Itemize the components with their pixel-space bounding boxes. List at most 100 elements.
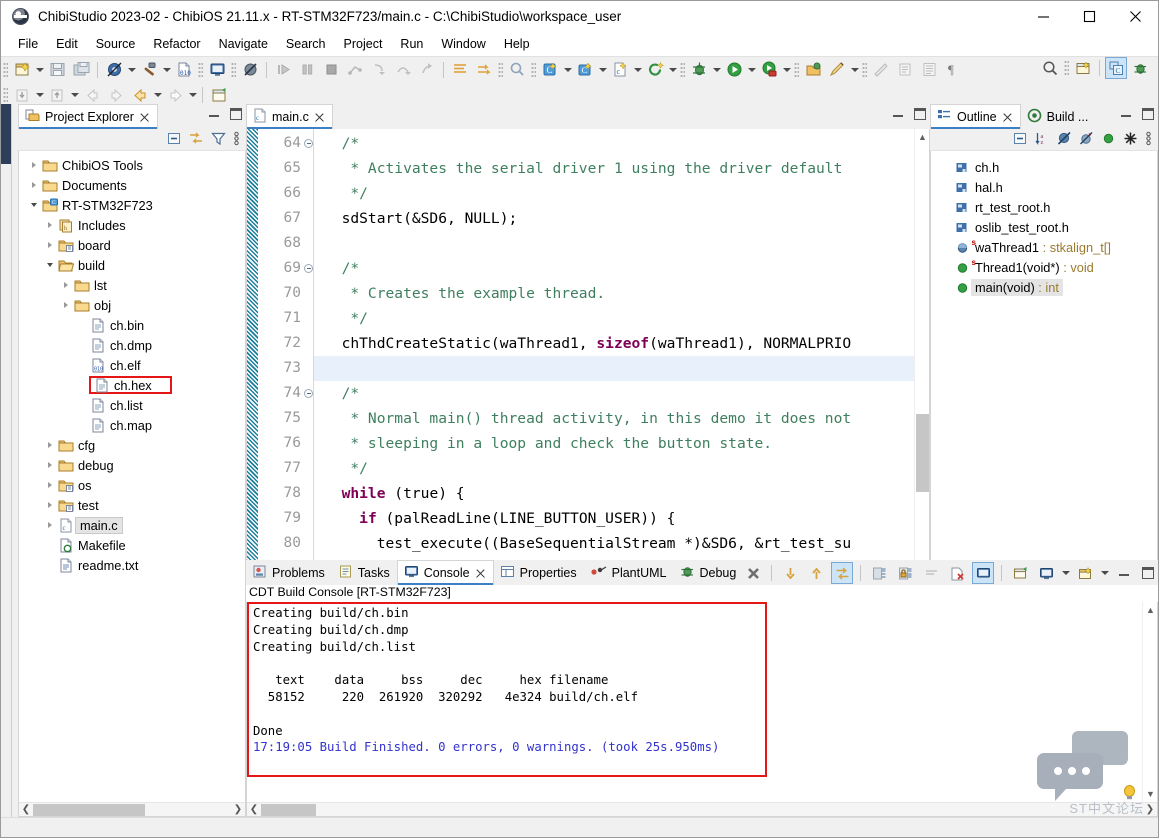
project-explorer-hscroll[interactable]: ❮ ❯ (19, 802, 245, 816)
forward-history-icon[interactable] (105, 84, 127, 106)
clear-console-icon[interactable] (920, 562, 942, 584)
maximize-icon[interactable] (914, 108, 926, 120)
tree-item-chibios-tools[interactable]: ChibiOS Tools (19, 155, 245, 175)
menu-run[interactable]: Run (391, 35, 432, 53)
pin-console-icon[interactable] (972, 562, 994, 584)
open-resource-icon[interactable] (802, 59, 824, 81)
tab-plantuml[interactable]: PlantUML (583, 560, 674, 585)
chevron-right-icon[interactable] (59, 282, 73, 288)
vscroll-thumb[interactable] (916, 414, 929, 492)
pencil-icon[interactable] (826, 59, 848, 81)
new-cpp-class-icon[interactable]: C (574, 59, 596, 81)
chevron-right-icon[interactable] (27, 162, 41, 168)
tab-problems[interactable]: Problems (246, 560, 332, 585)
tree-item-ch-dmp[interactable]: ch.dmp (19, 335, 245, 355)
tree-item-os[interactable]: os (19, 475, 245, 495)
scroll-up-icon[interactable] (805, 562, 827, 584)
tree-item-ch-list[interactable]: ch.list (19, 395, 245, 415)
debug-bug-icon[interactable] (688, 59, 710, 81)
view-menu-icon[interactable] (1145, 131, 1152, 149)
new-editor-icon[interactable] (208, 84, 230, 106)
code-line[interactable]: * sleeping in a loop and check the butto… (314, 431, 929, 456)
forward-navigate-icon[interactable] (164, 84, 186, 106)
close-icon[interactable] (314, 112, 325, 123)
chevron-right-icon[interactable] (27, 182, 41, 188)
toolbar-grip[interactable] (3, 87, 8, 103)
skip-all-breakpoints-icon[interactable] (103, 59, 125, 81)
minimize-icon[interactable] (892, 108, 904, 120)
hscroll-track[interactable] (33, 803, 231, 817)
external-tools-dropdown[interactable] (781, 59, 792, 81)
code-line[interactable]: * Activates the serial driver 1 using th… (314, 156, 929, 181)
outline-item-hal-h[interactable]: hal.h (931, 177, 1157, 197)
tab-project-explorer[interactable]: Project Explorer (18, 104, 158, 129)
new-console-dropdown[interactable] (1099, 562, 1110, 584)
step-into-selection-icon[interactable] (473, 59, 495, 81)
step-over-icon[interactable] (392, 59, 414, 81)
menu-edit[interactable]: Edit (47, 35, 87, 53)
save-all-icon[interactable] (70, 59, 92, 81)
new-wizard-dropdown[interactable] (34, 59, 45, 81)
breakpoints-dropdown[interactable] (126, 59, 137, 81)
link-with-editor-icon[interactable] (189, 131, 204, 149)
outline-item-main-void[interactable]: main(void) : int (931, 277, 1157, 297)
hscroll-thumb[interactable] (33, 803, 145, 816)
debug-dropdown[interactable] (711, 59, 722, 81)
tab-debug[interactable]: Debug (673, 560, 744, 585)
suspend-icon[interactable] (296, 59, 318, 81)
maximize-button[interactable] (1066, 1, 1112, 32)
fold-collapse-icon[interactable] (304, 389, 313, 398)
forward-navigate-dropdown[interactable] (187, 84, 198, 106)
code-line[interactable]: if (palReadLine(LINE_BUTTON_USER)) { (314, 506, 929, 531)
collapse-all-icon[interactable] (1013, 131, 1028, 149)
chevron-right-icon[interactable] (59, 302, 73, 308)
build-hammer-icon[interactable] (138, 59, 160, 81)
tree-item-obj[interactable]: obj (19, 295, 245, 315)
code-line[interactable] (314, 231, 929, 256)
outline-item-wathread1[interactable]: s waThread1 : stkalign_t[] (931, 237, 1157, 257)
sort-alphabetically-icon[interactable]: az (1035, 131, 1050, 149)
back-navigate-dropdown[interactable] (152, 84, 163, 106)
hscroll-thumb[interactable] (261, 803, 316, 816)
code-line[interactable]: * Creates the example thread. (314, 281, 929, 306)
step-into-icon[interactable] (368, 59, 390, 81)
toolbar-grip[interactable] (198, 61, 203, 78)
menu-window[interactable]: Window (432, 35, 494, 53)
perspective-debug-icon[interactable] (1129, 57, 1151, 79)
perspective-cpp-icon[interactable]: C (1105, 57, 1127, 79)
tree-item-board[interactable]: board (19, 235, 245, 255)
menu-refactor[interactable]: Refactor (144, 35, 209, 53)
tree-item-ch-hex[interactable]: ch.hex (19, 375, 245, 395)
hide-macros-icon[interactable] (1123, 131, 1138, 149)
tree-item-cfg[interactable]: cfg (19, 435, 245, 455)
tree-item-build[interactable]: build (19, 255, 245, 275)
scroll-left-icon[interactable]: ❮ (247, 804, 261, 815)
minimize-icon[interactable] (1118, 567, 1130, 579)
menu-navigate[interactable]: Navigate (210, 35, 277, 53)
outline-item-thread1-void[interactable]: s Thread1(void*) : void (931, 257, 1157, 277)
code-line[interactable] (314, 356, 929, 381)
outline-item-ch-h[interactable]: ch.h (931, 157, 1157, 177)
toolbar-grip[interactable] (1064, 60, 1069, 76)
last-edit-location-icon[interactable] (46, 84, 68, 106)
chevron-right-icon[interactable] (43, 222, 57, 228)
tab-main-c[interactable]: c main.c (246, 104, 333, 129)
show-whitespace-icon[interactable]: ¶ (942, 59, 964, 81)
minimize-button[interactable] (1020, 1, 1066, 32)
code-line[interactable]: test_execute((BaseSequentialStream *)&SD… (314, 531, 929, 556)
last-edit-dropdown[interactable] (69, 84, 80, 106)
hscroll-track[interactable] (261, 803, 1143, 817)
hide-fields-icon[interactable] (1057, 131, 1072, 149)
console-hscroll[interactable]: ❮ ❯ (247, 802, 1157, 816)
lock-console-icon[interactable] (894, 562, 916, 584)
new-c-project-icon[interactable]: C (539, 59, 561, 81)
outline-item-rt-test-root-h[interactable]: rt_test_root.h (931, 197, 1157, 217)
toolbar-grip[interactable] (531, 61, 536, 78)
disconnect-debug-icon[interactable] (344, 59, 366, 81)
maximize-icon[interactable] (230, 108, 242, 120)
filters-icon[interactable] (211, 131, 226, 149)
open-type-icon[interactable] (506, 59, 528, 81)
scroll-right-icon[interactable]: ❯ (1143, 804, 1157, 815)
code-line[interactable]: * Normal main() thread activity, in this… (314, 406, 929, 431)
refresh-dropdown[interactable] (667, 59, 678, 81)
